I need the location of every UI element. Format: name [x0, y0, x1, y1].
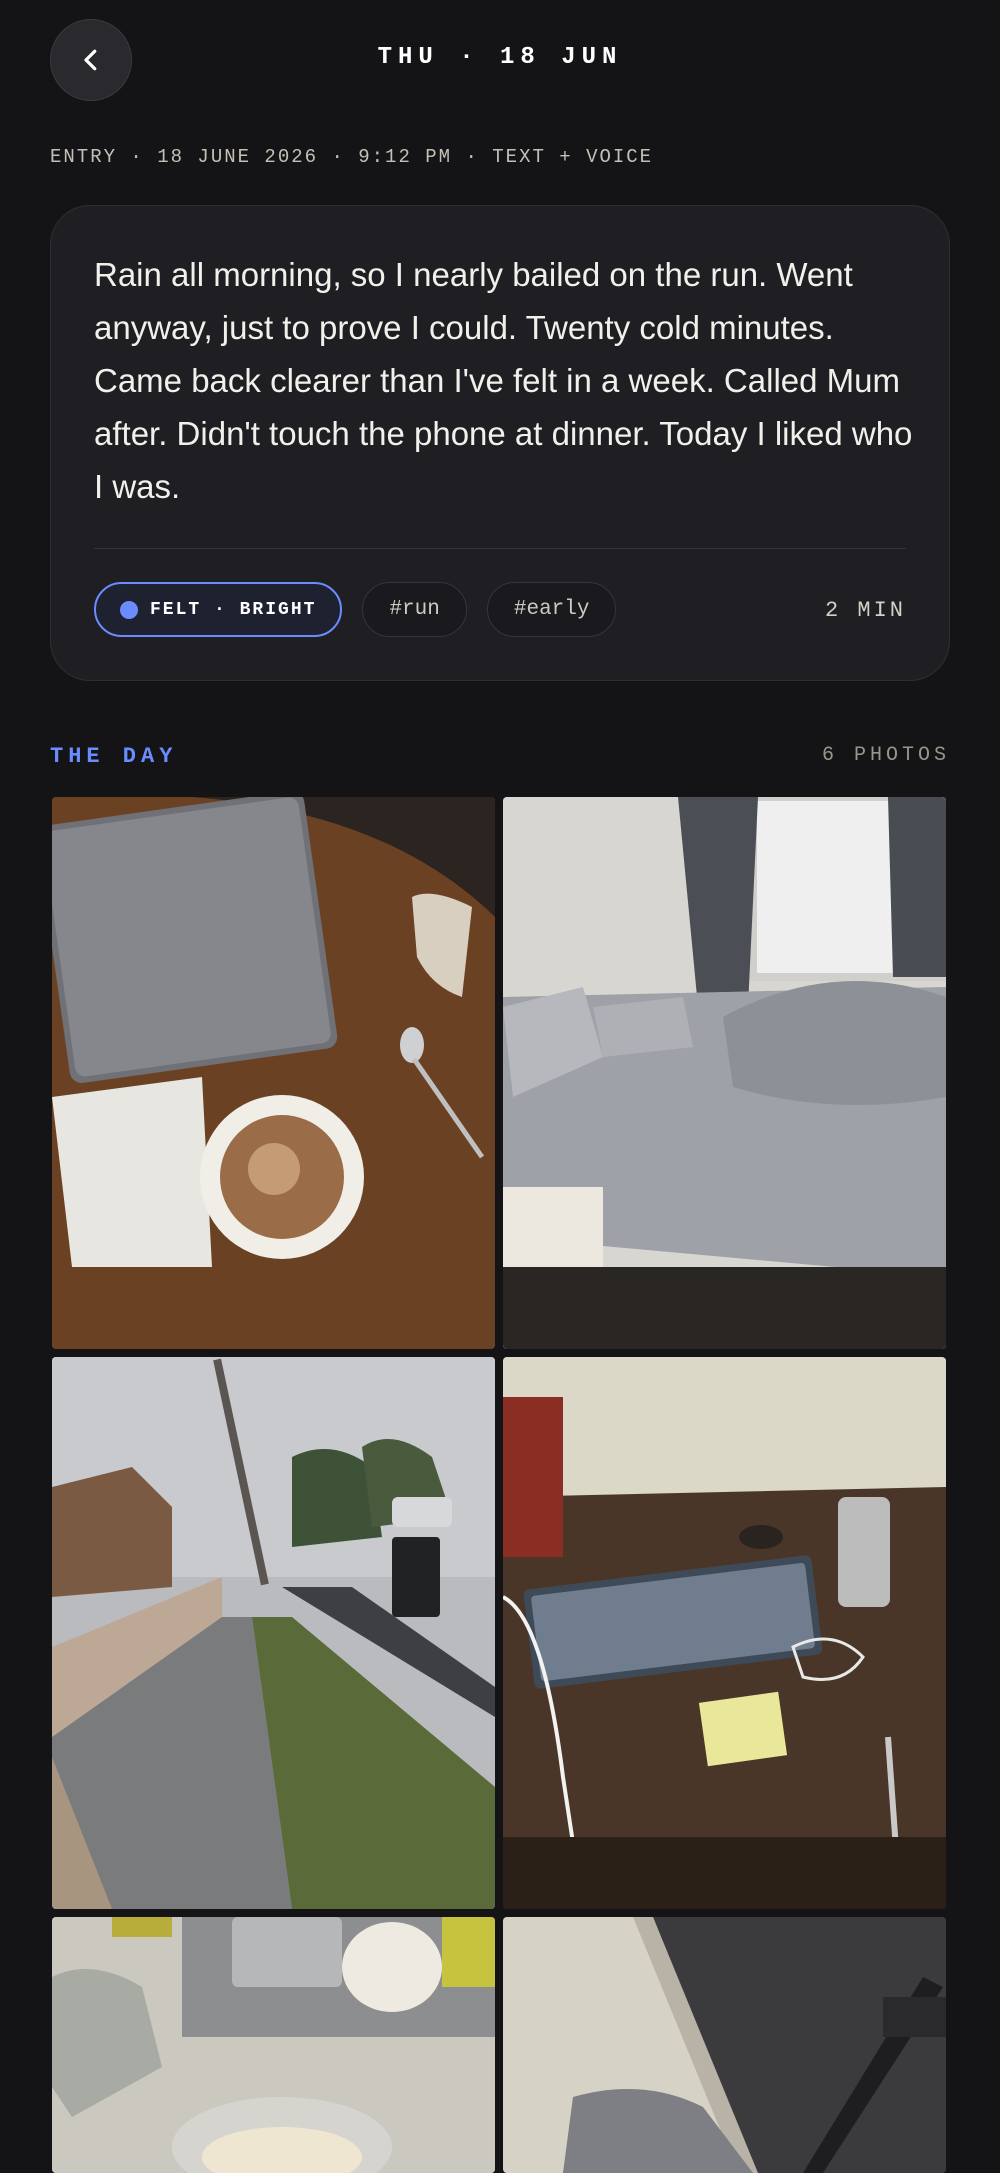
entry-text: Rain all morning, so I nearly bailed on … — [94, 256, 913, 505]
page-title: THU · 18 JUN — [377, 44, 623, 71]
mood-dot-icon — [120, 600, 138, 619]
photo-kitchen-dishes[interactable] — [52, 1917, 495, 2173]
photo-desk-keyboard[interactable] — [503, 1357, 946, 1909]
photo-rainy-street[interactable] — [52, 1357, 495, 1909]
mood-label: FELT · BRIGHT — [150, 599, 317, 620]
mood-chip[interactable]: FELT · BRIGHT — [94, 582, 343, 637]
divider — [94, 548, 906, 549]
photo-count: 6 PHOTOS — [821, 744, 950, 767]
photo-bedroom[interactable] — [503, 797, 946, 1349]
entry-card: Rain all morning, so I nearly bailed on … — [50, 205, 950, 681]
tag-chip-early[interactable]: #early — [486, 582, 617, 637]
top-bar: THU · 18 JUN — [0, 0, 1000, 120]
entry-chips: FELT · BRIGHT #run #early — [94, 582, 617, 637]
duration-label: 2 MIN — [824, 598, 906, 623]
photo-laptop-coffee[interactable] — [52, 797, 495, 1349]
photo-gym-floor[interactable] — [503, 1917, 946, 2173]
section-title: THE DAY — [50, 744, 178, 769]
tag-chip-run[interactable]: #run — [362, 582, 467, 637]
entry-meta: ENTRY · 18 JUNE 2026 · 9:12 PM · TEXT + … — [50, 146, 654, 168]
